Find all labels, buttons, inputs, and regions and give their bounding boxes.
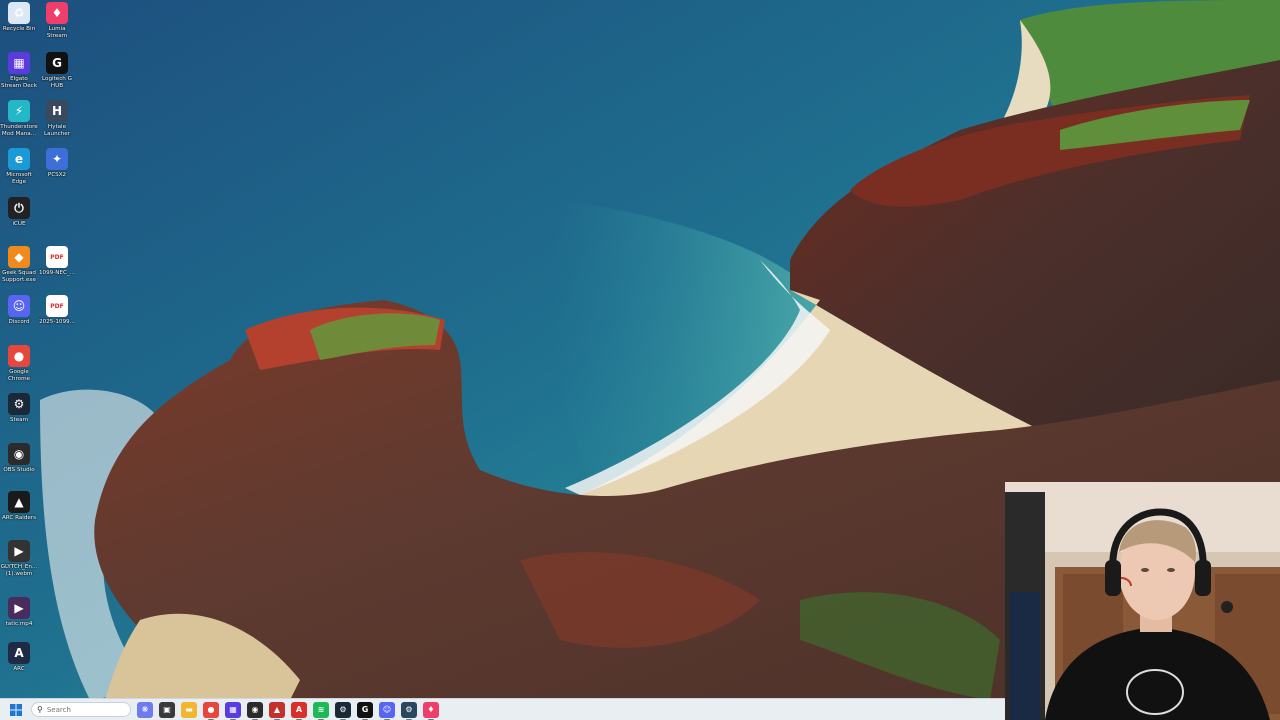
arc-raiders-icon: ▲ xyxy=(8,491,30,513)
taskbar-app-lumia-stream[interactable]: ♦ xyxy=(423,701,439,720)
taskbar-app-steam[interactable]: ⚙ xyxy=(335,701,351,720)
desktop-icon-microsoft-edge[interactable]: e Microsoft Edge xyxy=(0,148,38,185)
start-button[interactable] xyxy=(7,701,25,719)
desktop-icon-hytale-launcher[interactable]: H Hytale Launcher xyxy=(38,100,76,137)
taskbar-search[interactable]: ⚲ xyxy=(31,702,131,717)
desktop-icon-icue[interactable]: ⏻ iCUE xyxy=(0,197,38,228)
taskbar-app-spotify[interactable]: ≋ xyxy=(313,701,329,720)
desktop-icon-pdf-2025-1099[interactable]: PDF 2025-1099... xyxy=(38,295,76,326)
map-pin-icon: ♦ xyxy=(427,705,435,714)
desktop-icon-obs-studio[interactable]: ◉ OBS Studio xyxy=(0,443,38,474)
desktop-icon-grid: ♻ Recycle Bin ♦ Lumia Stream ▦ Elgato Stream … xyxy=(0,0,80,690)
desktop-icon-label: tatic.mp4 xyxy=(5,621,33,627)
arc-icon: A xyxy=(8,642,30,664)
obs-icon: ◉ xyxy=(8,443,30,465)
map-pin-icon: ♦ xyxy=(46,2,68,24)
icue-icon: ⏻ xyxy=(8,197,30,219)
desktop-icon-pcsx2[interactable]: ✦ PCSX2 xyxy=(38,148,76,179)
taskbar-app-steam-2[interactable]: ⚙ xyxy=(401,701,417,720)
desktop-icon-label: 1099-NEC_... xyxy=(38,270,75,276)
taskbar-app-file-explorer[interactable]: ▬ xyxy=(181,701,197,718)
desktop-icon-recycle-bin[interactable]: ♻ Recycle Bin xyxy=(0,2,38,33)
desktop-icon-label: Geek Squad Support.exe xyxy=(2,270,36,283)
video-file-icon: ▶ xyxy=(8,597,30,619)
search-input[interactable] xyxy=(46,705,117,714)
desktop-icon-thunderstore[interactable]: ⚡ Thunderstore Mod Mana... xyxy=(0,100,38,137)
pdf-icon: PDF xyxy=(46,246,68,268)
video-file-icon: ▶ xyxy=(8,540,30,562)
taskbar-app-copilot[interactable]: ❋ xyxy=(137,701,153,718)
taskbar-app-task-view[interactable]: ▣ xyxy=(159,701,175,718)
desktop-icon-tatic-video[interactable]: ▶ tatic.mp4 xyxy=(0,597,38,628)
desktop-icon-discord[interactable]: ☺ Discord xyxy=(0,295,38,326)
steam-icon: ⚙ xyxy=(339,705,347,714)
thunderstore-icon: ⚡ xyxy=(8,100,30,122)
recycle-bin-icon: ♻ xyxy=(8,2,30,24)
grid-icon: ▦ xyxy=(8,52,30,74)
steam-icon: ⚙ xyxy=(8,393,30,415)
desktop-icon-pdf-1099-nec[interactable]: PDF 1099-NEC_... xyxy=(38,246,76,277)
arc-raiders-icon: ▲ xyxy=(273,705,281,714)
spotify-icon: ≋ xyxy=(317,705,325,714)
edge-icon: e xyxy=(8,148,30,170)
taskbar-pinned-apps: ❋ ▣ ▬ ● ▦ ◉ ▲ A ≋ ⚙ G ☺ ⚙ ♦ xyxy=(131,701,439,720)
desktop-icon-label: Google Chrome xyxy=(8,369,30,382)
chrome-icon: ● xyxy=(207,705,215,714)
pdf-icon: PDF xyxy=(46,295,68,317)
desktop-icon-label: PCSX2 xyxy=(47,172,67,178)
desktop-icon-label: Thunderstore Mod Mana... xyxy=(0,124,38,137)
desktop-icon-label: ARC xyxy=(13,666,25,672)
folder-icon: ▬ xyxy=(185,705,193,714)
taskbar-app-discord[interactable]: ☺ xyxy=(379,701,395,720)
desktop-icon-label: Elgato Stream Deck xyxy=(0,76,38,89)
taskbar: ⚲ ❋ ▣ ▬ ● ▦ ◉ ▲ A ≋ ⚙ G ☺ ⚙ ♦ xyxy=(0,698,1005,720)
discord-icon: ☺ xyxy=(8,295,30,317)
taskbar-app-adobe[interactable]: A xyxy=(291,701,307,720)
windows-logo-icon xyxy=(10,703,22,716)
desktop-icon-label: Hytale Launcher xyxy=(44,124,70,137)
logitech-g-icon: G xyxy=(361,705,369,714)
desktop-icon-elgato-stream-deck[interactable]: ▦ Elgato Stream Deck xyxy=(0,52,38,89)
desktop-icon-label: Lumia Stream xyxy=(46,26,68,39)
obs-icon: ◉ xyxy=(251,705,259,714)
desktop-icon-label: Logitech G HUB xyxy=(42,76,72,89)
desktop-icon-arc[interactable]: A ARC xyxy=(0,642,38,673)
chrome-icon: ● xyxy=(8,345,30,367)
adobe-icon: A xyxy=(295,705,303,714)
desktop-icon-glytch-video[interactable]: ▶ GLYTCH_En... (1).webm xyxy=(0,540,38,577)
taskbar-app-logitech-g-hub[interactable]: G xyxy=(357,701,373,720)
steam-icon: ⚙ xyxy=(405,705,413,714)
desktop-icon-geek-squad[interactable]: ◆ Geek Squad Support.exe xyxy=(0,246,38,283)
copilot-icon: ❋ xyxy=(141,705,149,714)
search-icon: ⚲ xyxy=(37,705,43,714)
desktop-icon-steam[interactable]: ⚙ Steam xyxy=(0,393,38,424)
logitech-g-icon: G xyxy=(46,52,68,74)
desktop-icon-label: 2025-1099... xyxy=(39,319,75,325)
webcam-feed-image xyxy=(1005,482,1280,720)
desktop-icon-label: Microsoft Edge xyxy=(6,172,32,185)
taskbar-app-chrome[interactable]: ● xyxy=(203,701,219,720)
geek-squad-icon: ◆ xyxy=(8,246,30,268)
desktop-icon-label: iCUE xyxy=(12,221,26,227)
taskbar-app-stream-deck[interactable]: ▦ xyxy=(225,701,241,720)
hytale-icon: H xyxy=(46,100,68,122)
desktop-icon-lumia-stream[interactable]: ♦ Lumia Stream xyxy=(38,2,76,39)
taskbar-app-arc-raiders[interactable]: ▲ xyxy=(269,701,285,720)
desktop-icon-google-chrome[interactable]: ● Google Chrome xyxy=(0,345,38,382)
taskbar-app-obs[interactable]: ◉ xyxy=(247,701,263,720)
pcsx2-icon: ✦ xyxy=(46,148,68,170)
webcam-overlay xyxy=(1005,482,1280,720)
desktop-icon-label: Discord xyxy=(8,319,30,325)
desktop-icon-label: OBS Studio xyxy=(3,467,35,473)
desktop-icon-label: GLYTCH_En... (1).webm xyxy=(0,564,38,577)
task-view-icon: ▣ xyxy=(163,705,171,714)
grid-icon: ▦ xyxy=(229,705,237,714)
discord-icon: ☺ xyxy=(382,705,392,714)
desktop-icon-label: Steam xyxy=(9,417,29,423)
desktop-icon-arc-raiders[interactable]: ▲ ARC Raiders xyxy=(0,491,38,522)
desktop-icon-logitech-g-hub[interactable]: G Logitech G HUB xyxy=(38,52,76,89)
desktop-icon-label: Recycle Bin xyxy=(2,26,36,32)
desktop-icon-label: ARC Raiders xyxy=(1,515,37,521)
